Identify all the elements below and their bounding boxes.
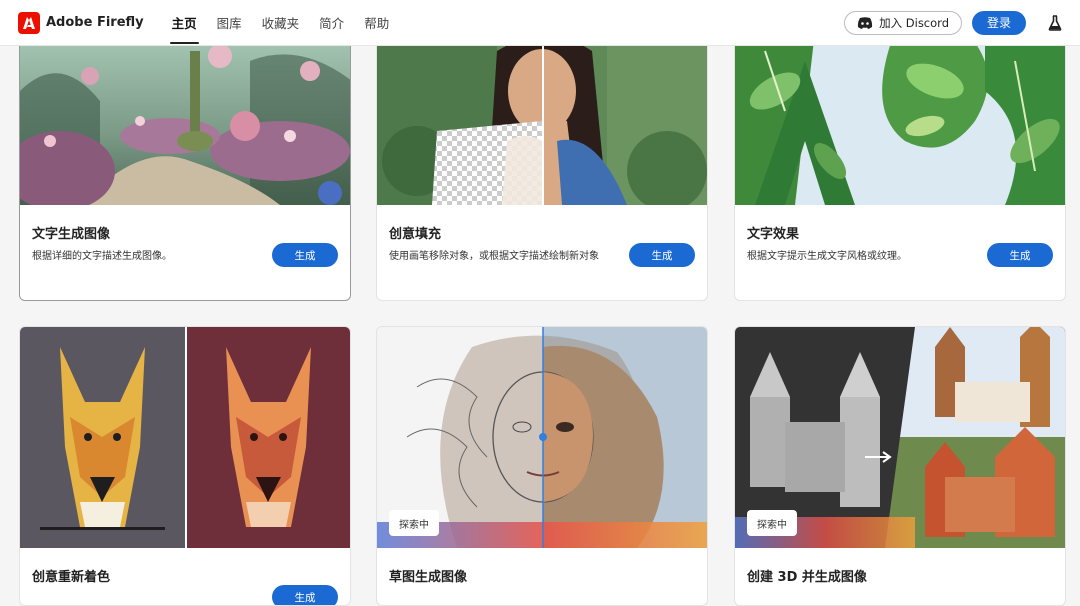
card-image-portrait [377,31,707,205]
card-description: 使用画笔移除对象，或根据文字描述绘制新对象 [389,251,599,262]
generate-button[interactable]: 生成 [987,243,1053,267]
nav-item-about[interactable]: 简介 [309,0,354,46]
exploring-badge: 探索中 [747,510,797,536]
flask-icon[interactable] [1048,14,1062,31]
login-button[interactable]: 登录 [972,10,1026,35]
card-title: 创建 3D 并生成图像 [747,570,867,585]
card-text-effects[interactable]: 文字效果 根据文字提示生成文字风格或纹理。 生成 [734,30,1066,301]
nav-item-help[interactable]: 帮助 [354,0,399,46]
nav-item-gallery[interactable]: 图库 [207,0,252,46]
card-title: 文字效果 [747,227,800,242]
brand-name: Adobe Firefly [46,15,144,30]
card-image-dog-recolor [20,327,350,548]
generate-button[interactable]: 生成 [272,243,338,267]
card-text-to-image[interactable]: 文字生成图像 根据详细的文字描述生成图像。 生成 [19,30,351,301]
join-discord-label: 加入 Discord [879,15,949,30]
header-actions: 加入 Discord 登录 [844,10,1062,35]
card-sketch-to-image[interactable]: 探索中 草图生成图像 [376,326,708,606]
card-title: 创意填充 [389,227,442,242]
card-image-leaf-letters [735,31,1065,205]
generate-button[interactable]: 生成 [629,243,695,267]
nav-item-favorites[interactable]: 收藏夹 [252,0,310,46]
nav-item-home[interactable]: 主页 [162,0,207,46]
card-description: 根据文字提示生成文字风格或纹理。 [747,251,907,262]
join-discord-button[interactable]: 加入 Discord [844,10,962,35]
brand[interactable]: Adobe Firefly [18,11,144,34]
top-header: Adobe Firefly 主页 图库 收藏夹 简介 帮助 加入 Discord… [0,0,1080,46]
card-title: 文字生成图像 [32,227,111,242]
card-title: 创意重新着色 [32,570,111,585]
generate-button[interactable]: 生成 [272,585,338,605]
discord-icon [857,16,873,29]
card-description: 根据详细的文字描述生成图像。 [32,251,172,262]
exploring-badge: 探索中 [389,510,439,536]
card-generative-fill[interactable]: 创意填充 使用画笔移除对象，或根据文字描述绘制新对象 生成 [376,30,708,301]
card-title: 草图生成图像 [389,570,468,585]
adobe-logo-icon [18,11,40,34]
card-generative-recolor[interactable]: 创意重新着色 生成 [19,326,351,606]
card-image-garden [20,31,350,205]
card-3d-to-image[interactable]: 探索中 创建 3D 并生成图像 [734,326,1066,606]
main-nav: 主页 图库 收藏夹 简介 帮助 [162,0,400,46]
